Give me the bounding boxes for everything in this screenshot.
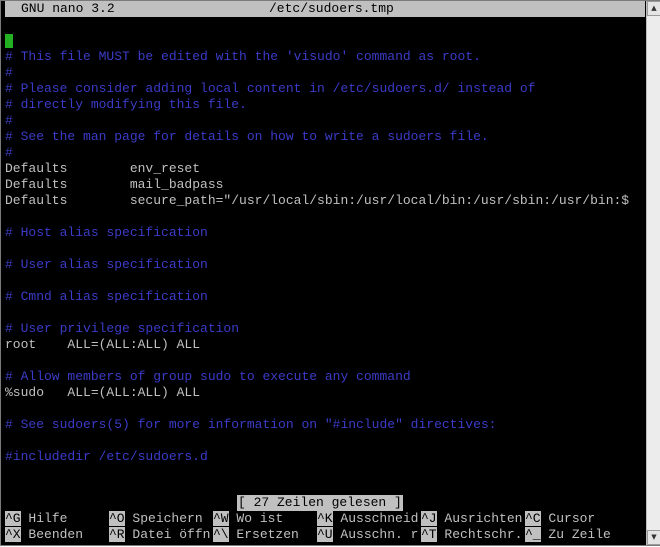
shortcut-label: Ausschn. r <box>332 527 419 542</box>
editor-line: # Please consider adding local content i… <box>5 81 536 96</box>
shortcut-key: ^J <box>421 511 437 526</box>
shortcut-key: ^C <box>525 511 541 526</box>
editor-line: # This file MUST be edited with the 'vis… <box>5 49 481 64</box>
shortcut-item[interactable]: ^_ Zu Zeile <box>525 527 611 543</box>
shortcut-item[interactable]: ^X Beenden <box>5 527 83 543</box>
status-message: [ 27 Zeilen gelesen ] <box>237 495 403 511</box>
editor-line: # <box>5 33 13 49</box>
nano-editor[interactable]: GNU nano 3.2 /etc/sudoers.tmp # # This fi… <box>5 1 645 547</box>
shortcut-bar: ^G Hilfe ^O Speichern ^W Wo ist ^K Ausschne… <box>5 511 645 543</box>
shortcut-label: Zu Zeile <box>540 527 611 542</box>
scroll-down-arrow-icon[interactable]: ▼ <box>647 530 660 545</box>
file-name: /etc/sudoers.tmp <box>269 1 394 16</box>
shortcut-label: Beenden <box>20 527 84 542</box>
editor-line: Defaults mail_badpass <box>5 177 224 192</box>
shortcut-item[interactable]: ^R Datei öffn <box>109 527 210 543</box>
editor-line: # directly modifying this file. <box>5 97 247 112</box>
shortcut-key: ^\ <box>213 527 229 542</box>
shortcut-item[interactable]: ^U Ausschn. r <box>317 527 418 543</box>
shortcut-key: ^K <box>317 511 333 526</box>
nano-title-bar: GNU nano 3.2 /etc/sudoers.tmp <box>5 1 645 17</box>
editor-line: # <box>5 113 13 128</box>
editor-line: # Allow members of group sudo to execute… <box>5 369 411 384</box>
editor-line: # User privilege specification <box>5 321 240 336</box>
shortcut-item[interactable]: ^G Hilfe <box>5 511 67 527</box>
shortcut-key: ^T <box>421 527 437 542</box>
shortcut-label: Speichern <box>124 511 203 526</box>
terminal-window: GNU nano 3.2 /etc/sudoers.tmp # # This fi… <box>0 0 660 546</box>
shortcut-label: Cursor <box>540 511 596 526</box>
shortcut-item[interactable]: ^J Ausrichten <box>421 511 522 527</box>
editor-line: root ALL=(ALL:ALL) ALL <box>5 337 201 352</box>
editor-line: # Host alias specification <box>5 225 208 240</box>
shortcut-label: Ersetzen <box>228 527 299 542</box>
shortcut-key: ^G <box>5 511 21 526</box>
shortcut-label: Wo ist <box>228 511 284 526</box>
shortcut-label: Ausschneid <box>332 511 419 526</box>
shortcut-label: Ausrichten <box>436 511 523 526</box>
editor-line: # User alias specification <box>5 257 208 272</box>
editor-line: # See the man page for details on how to… <box>5 129 489 144</box>
editor-line: %sudo ALL=(ALL:ALL) ALL <box>5 385 201 400</box>
shortcut-item[interactable]: ^W Wo ist <box>213 511 283 527</box>
shortcut-label: Hilfe <box>20 511 68 526</box>
shortcut-key: ^_ <box>525 527 541 542</box>
editor-line: Defaults env_reset <box>5 161 201 176</box>
shortcut-item[interactable]: ^K Ausschneid <box>317 511 418 527</box>
editor-line: # <box>5 65 13 80</box>
editor-line: # Cmnd alias specification <box>5 289 208 304</box>
vertical-scrollbar[interactable]: ▲ ▼ <box>646 1 660 545</box>
nano-version: GNU nano 3.2 <box>21 1 115 16</box>
shortcut-key: ^O <box>109 511 125 526</box>
shortcut-key: ^R <box>109 527 125 542</box>
shortcut-item[interactable]: ^\ Ersetzen <box>213 527 299 543</box>
shortcut-label: Rechtschr. <box>436 527 523 542</box>
shortcut-key: ^W <box>213 511 229 526</box>
scroll-up-arrow-icon[interactable]: ▲ <box>647 1 660 16</box>
shortcut-item[interactable]: ^O Speichern <box>109 511 203 527</box>
shortcut-key: ^U <box>317 527 333 542</box>
text-cursor: # <box>5 34 13 49</box>
shortcut-label: Datei öffn <box>124 527 211 542</box>
editor-line: # <box>5 145 13 160</box>
shortcut-key: ^X <box>5 527 21 542</box>
shortcut-item[interactable]: ^T Rechtschr. <box>421 527 522 543</box>
editor-line: #includedir /etc/sudoers.d <box>5 449 208 464</box>
shortcut-item[interactable]: ^C Cursor <box>525 511 595 527</box>
editor-line: Defaults secure_path="/usr/local/sbin:/u… <box>5 193 630 208</box>
editor-line: # See sudoers(5) for more information on… <box>5 417 497 432</box>
